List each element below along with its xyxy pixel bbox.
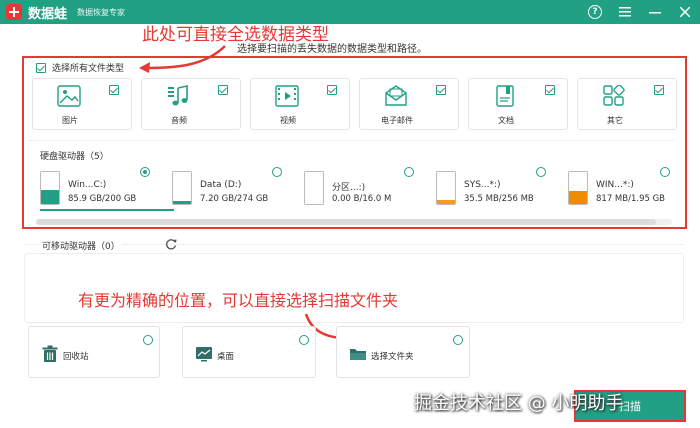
drive-radio[interactable] <box>536 167 546 177</box>
drive-radio[interactable] <box>404 167 414 177</box>
hard-drive-section: 硬盘驱动器（5） Win...C:) 85.9 GB/200 GB Data (… <box>28 140 674 225</box>
drive-name: 分区...:) <box>332 183 366 193</box>
drive-usage-fill <box>173 201 191 204</box>
file-type-checkbox[interactable] <box>327 85 337 95</box>
file-type-checkbox[interactable] <box>545 85 555 95</box>
hard-drive-icon <box>40 171 60 205</box>
email-icon <box>385 85 407 106</box>
drive-usage-fill <box>437 199 455 204</box>
app-logo-icon <box>6 4 22 20</box>
file-type-checkbox[interactable] <box>436 85 446 95</box>
file-type-checkbox[interactable] <box>218 85 228 95</box>
file-type-label: 文档 <box>498 116 514 125</box>
select-all-label: 选择所有文件类型 <box>52 64 125 74</box>
location-radio[interactable] <box>299 335 309 345</box>
refresh-icon[interactable] <box>164 237 178 251</box>
menu-button[interactable] <box>616 3 634 21</box>
file-type-checkbox[interactable] <box>109 85 119 95</box>
drive-item[interactable]: 分区...:) 0.00 B/16.0 M <box>304 167 414 213</box>
close-icon <box>680 7 690 17</box>
folder-icon <box>350 349 366 360</box>
checkbox-icon <box>36 62 46 73</box>
select-all-checkbox[interactable]: 选择所有文件类型 <box>36 61 124 74</box>
minimize-button[interactable] <box>646 3 664 21</box>
video-icon <box>275 85 299 107</box>
drive-radio[interactable] <box>272 167 282 177</box>
file-type-label: 音频 <box>171 116 187 125</box>
file-type-label: 图片 <box>62 116 78 125</box>
file-type-label: 其它 <box>607 116 623 125</box>
drive-scrollbar[interactable] <box>36 219 672 225</box>
file-type-document[interactable]: 文档 <box>468 78 568 130</box>
drive-item[interactable]: Win...C:) 85.9 GB/200 GB <box>40 167 150 213</box>
location-label: 回收站 <box>63 352 89 362</box>
drive-item[interactable]: SYS...*:) 35.5 MB/256 MB <box>436 167 546 213</box>
drive-size: 817 MB/1.95 GB <box>596 194 666 204</box>
help-icon: ? <box>588 5 602 19</box>
hard-drive-icon <box>172 171 192 205</box>
watermark-text: 掘金技术社区 @ 小明助手 <box>414 393 624 414</box>
drive-size: 0.00 B/16.0 M <box>332 194 392 204</box>
location-desktop[interactable]: 桌面 <box>182 326 316 378</box>
drive-radio[interactable] <box>660 167 670 177</box>
drive-item[interactable]: Data (D:) 7.20 GB/274 GB <box>172 167 282 213</box>
file-type-checkbox[interactable] <box>654 85 664 95</box>
image-icon <box>57 85 81 107</box>
drive-size: 35.5 MB/256 MB <box>464 194 534 204</box>
drive-name: Data (D:) <box>200 180 242 190</box>
file-type-list: 图片 音频 视频 电子邮件 文档 其它 <box>32 78 680 130</box>
drive-name: SYS...*:) <box>464 180 501 190</box>
drive-size: 85.9 GB/200 GB <box>68 194 137 204</box>
selected-drive-underline <box>40 209 174 211</box>
hard-drive-icon <box>568 171 588 205</box>
drive-name: Win...C:) <box>68 180 107 190</box>
location-recycle-bin[interactable]: 回收站 <box>28 326 160 378</box>
menu-icon <box>619 7 631 17</box>
recycle-bin-icon <box>42 345 58 362</box>
drive-name: WIN...*:) <box>596 180 634 190</box>
title-bar: 数据蛙 数据恢复专家 ? <box>0 0 700 24</box>
file-type-audio[interactable]: 音频 <box>141 78 241 130</box>
help-button[interactable]: ? <box>586 3 604 21</box>
location-radio[interactable] <box>143 335 153 345</box>
other-icon <box>603 85 625 106</box>
location-label: 选择文件夹 <box>371 352 414 362</box>
music-icon <box>168 85 188 106</box>
hard-drive-icon <box>436 171 456 205</box>
minimize-icon <box>649 12 661 14</box>
location-select-folder[interactable]: 选择文件夹 <box>336 326 470 378</box>
location-label: 桌面 <box>217 352 235 362</box>
removable-drive-title: 可移动驱动器（0） <box>40 239 122 252</box>
instruction-text: 选择要扫描的丢失数据的数据类型和路径。 <box>237 44 427 55</box>
location-radio[interactable] <box>453 335 463 345</box>
file-type-label: 视频 <box>280 116 296 125</box>
drive-usage-fill <box>569 190 587 204</box>
file-type-image[interactable]: 图片 <box>32 78 132 130</box>
hard-drive-title: 硬盘驱动器（5） <box>40 152 109 162</box>
document-icon <box>496 85 514 107</box>
drive-usage-fill <box>41 190 59 204</box>
app-name: 数据蛙 <box>28 6 68 22</box>
app-subtitle: 数据恢复专家 <box>77 7 126 17</box>
file-type-label: 电子邮件 <box>381 116 413 125</box>
desktop-icon <box>196 347 212 362</box>
file-type-other[interactable]: 其它 <box>577 78 677 130</box>
scroll-thumb[interactable] <box>36 219 656 225</box>
drive-size: 7.20 GB/274 GB <box>200 194 269 204</box>
close-button[interactable] <box>676 3 694 21</box>
file-type-email[interactable]: 电子邮件 <box>359 78 459 130</box>
annotation-folder-hint: 有更为精确的位置，可以直接选择扫描文件夹 <box>78 291 399 310</box>
drive-radio[interactable] <box>140 167 150 177</box>
hard-drive-icon <box>304 171 324 205</box>
file-type-video[interactable]: 视频 <box>250 78 350 130</box>
